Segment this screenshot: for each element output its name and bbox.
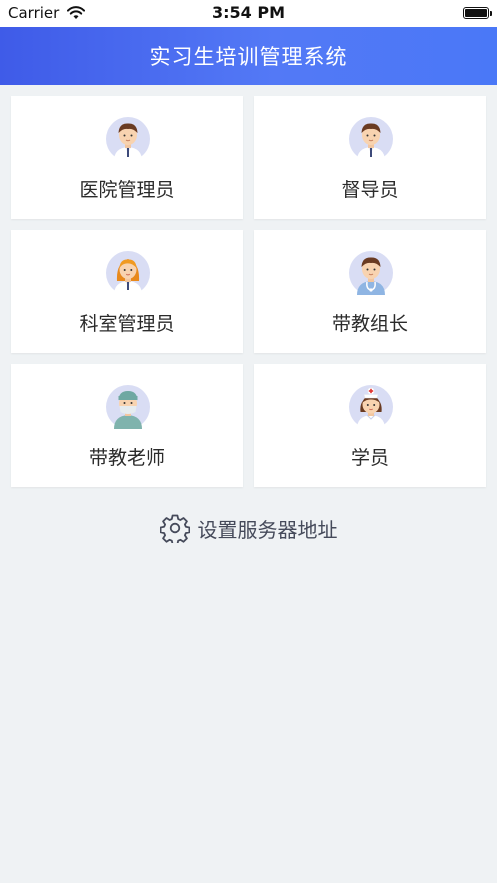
server-settings-button[interactable]: 设置服务器地址: [0, 513, 497, 543]
nurse-avatar-icon: [349, 385, 393, 429]
role-card-hospital-admin[interactable]: 医院管理员: [11, 96, 243, 219]
app-header: 实习生培训管理系统: [0, 27, 497, 85]
role-card-teaching-leader[interactable]: 带教组长: [254, 230, 486, 353]
doctor-female-avatar-icon: [106, 251, 150, 295]
role-label: 带教老师: [88, 447, 165, 469]
role-label: 学员: [350, 447, 389, 469]
gear-icon: [159, 514, 190, 543]
role-label: 医院管理员: [79, 179, 175, 201]
page-title: 实习生培训管理系统: [149, 45, 348, 69]
surgeon-avatar-icon: [106, 385, 150, 429]
role-label: 带教组长: [331, 313, 408, 335]
battery-level: [465, 9, 487, 17]
role-label: 科室管理员: [79, 313, 175, 335]
clock: 3:54 PM: [211, 3, 285, 22]
status-bar: Carrier 3:54 PM: [0, 0, 497, 27]
role-card-student[interactable]: 学员: [254, 364, 486, 487]
role-label: 督导员: [341, 179, 399, 201]
role-card-teacher[interactable]: 带教老师: [11, 364, 243, 487]
doctor-male-avatar-icon: [349, 117, 393, 161]
battery-icon: [463, 7, 492, 19]
server-settings-label: 设置服务器地址: [197, 517, 338, 542]
doctor-male-avatar-icon: [106, 117, 150, 161]
role-card-department-admin[interactable]: 科室管理员: [11, 230, 243, 353]
battery-tip: [490, 11, 492, 16]
role-card-supervisor[interactable]: 督导员: [254, 96, 486, 219]
doctor-stethoscope-avatar-icon: [349, 251, 393, 295]
